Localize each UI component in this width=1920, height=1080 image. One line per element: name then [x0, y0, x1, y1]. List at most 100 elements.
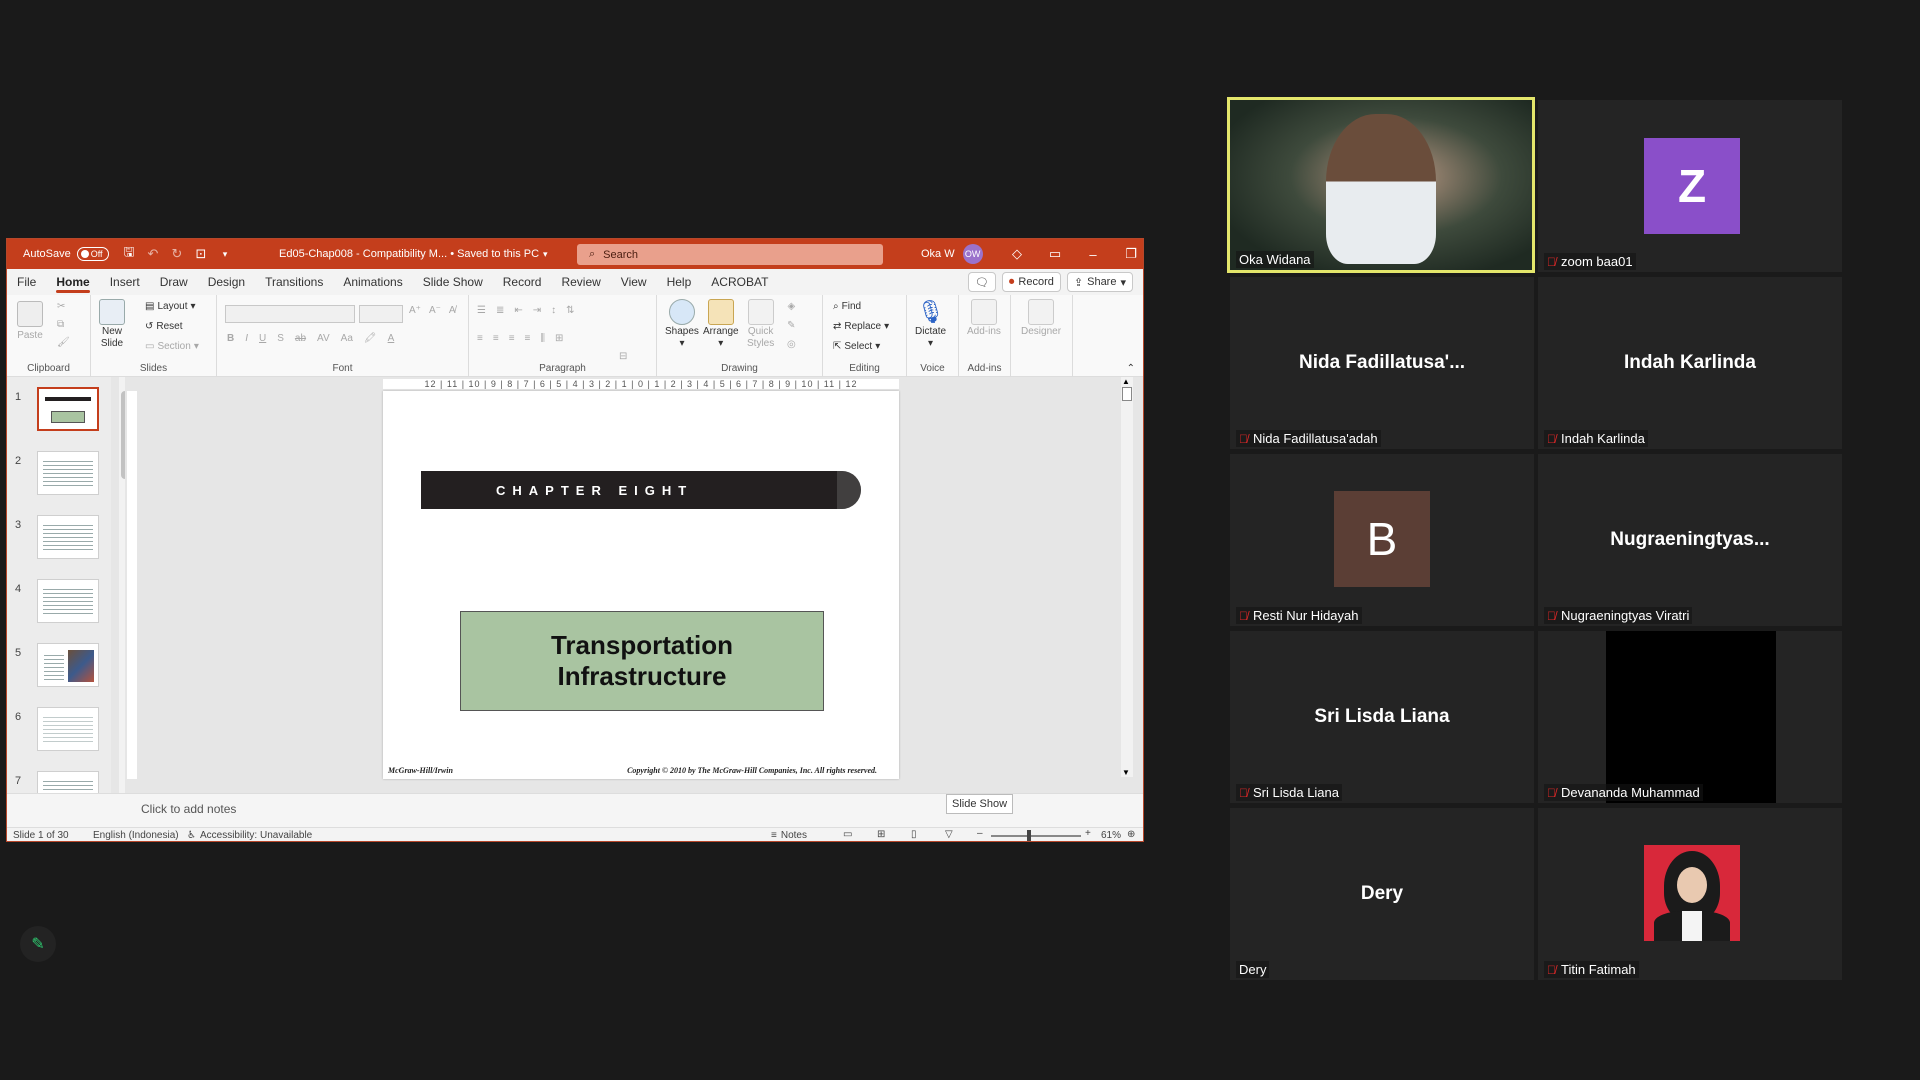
align-text-icon[interactable]: ⊞: [555, 333, 563, 344]
clear-format-icon[interactable]: A̸: [449, 305, 456, 316]
layout-button[interactable]: ▤ Layout ▾: [145, 301, 196, 312]
autosave-toggle[interactable]: Off: [76, 247, 109, 261]
copy-icon[interactable]: ⧉: [57, 319, 64, 330]
current-slide[interactable]: CHAPTER EIGHT Transportation Infrastruct…: [383, 391, 899, 779]
tab-slide-show[interactable]: Slide Show: [413, 269, 493, 295]
tab-view[interactable]: View: [611, 269, 657, 295]
change-case-icon[interactable]: Aa: [341, 333, 353, 344]
shadow-icon[interactable]: S: [277, 333, 284, 344]
char-spacing-icon[interactable]: AV: [317, 333, 330, 344]
tab-record[interactable]: Record: [493, 269, 552, 295]
shape-fill-icon[interactable]: ◈: [788, 301, 796, 312]
notes-button[interactable]: ≡ Notes: [771, 830, 807, 841]
zoom-out-icon[interactable]: –: [977, 828, 983, 839]
addins-button[interactable]: Add-ins: [967, 299, 1001, 337]
shape-effects-icon[interactable]: ◎: [787, 339, 796, 350]
tab-help[interactable]: Help: [657, 269, 702, 295]
zoom-slider[interactable]: [991, 830, 1081, 841]
decrease-indent-icon[interactable]: ⇤: [514, 305, 522, 316]
arrange-button[interactable]: Arrange ▾: [703, 299, 739, 349]
line-spacing-icon[interactable]: ↕: [551, 305, 556, 316]
comments-button[interactable]: 🗨: [967, 272, 996, 292]
diamond-icon[interactable]: ◇: [1007, 244, 1027, 264]
section-button[interactable]: ▭ Section ▾: [145, 341, 199, 352]
slide-thumbnail-5[interactable]: [37, 643, 99, 687]
participant-tile[interactable]: Dery Dery: [1230, 808, 1534, 980]
align-left-icon[interactable]: ≡: [477, 333, 483, 344]
ribbon-display-icon[interactable]: ▭: [1045, 244, 1065, 264]
user-avatar[interactable]: OW: [962, 244, 983, 264]
minimize-icon[interactable]: –: [1083, 244, 1103, 264]
bold-icon[interactable]: B: [227, 333, 234, 344]
justify-icon[interactable]: ≡: [525, 333, 531, 344]
font-color-icon[interactable]: A: [388, 333, 395, 344]
columns-icon[interactable]: ⫼: [540, 333, 545, 344]
format-painter-icon[interactable]: 🖌: [57, 337, 70, 348]
share-button[interactable]: ⇪ Share ▾: [1066, 272, 1133, 292]
slide-scrollbar[interactable]: ▲ ▼: [1121, 377, 1133, 777]
cut-icon[interactable]: ✂: [57, 301, 65, 312]
accessibility-status[interactable]: ♿ Accessibility: Unavailable: [187, 830, 312, 841]
tab-review[interactable]: Review: [551, 269, 610, 295]
annotate-pencil-button[interactable]: ✎: [20, 926, 56, 962]
shapes-button[interactable]: Shapes ▾: [665, 299, 699, 349]
zoom-in-icon[interactable]: +: [1085, 828, 1091, 839]
tab-animations[interactable]: Animations: [333, 269, 412, 295]
tab-home[interactable]: Home: [46, 269, 99, 295]
text-direction-icon[interactable]: ⇅: [566, 305, 574, 316]
new-slide-button[interactable]: New Slide: [99, 299, 125, 349]
autosave-control[interactable]: AutoSave Off: [23, 239, 109, 269]
font-family-select[interactable]: [225, 305, 355, 323]
dictate-button[interactable]: 🎙 Dictate ▾: [915, 299, 946, 349]
paste-button[interactable]: Paste: [17, 301, 43, 341]
tab-insert[interactable]: Insert: [100, 269, 150, 295]
designer-button[interactable]: Designer: [1021, 299, 1061, 337]
numbering-icon[interactable]: ≣: [496, 305, 504, 316]
language-status[interactable]: English (Indonesia): [93, 830, 179, 841]
participant-tile[interactable]: 🎙̸ Titin Fatimah: [1538, 808, 1842, 980]
record-button[interactable]: ⏺ Record: [1001, 272, 1061, 292]
find-button[interactable]: ⌕ Find: [833, 301, 861, 312]
normal-view-icon[interactable]: ▭: [843, 829, 852, 840]
align-center-icon[interactable]: ≡: [493, 333, 499, 344]
tab-file[interactable]: File: [7, 269, 46, 295]
participant-tile[interactable]: Nida Fadillatusa'... 🎙̸ Nida Fadillatusa'…: [1230, 277, 1534, 449]
scroll-up-icon[interactable]: ▲: [1122, 377, 1130, 386]
tab-acrobat[interactable]: ACROBAT: [701, 269, 778, 295]
save-icon[interactable]: 🖫: [119, 244, 139, 264]
slide-thumbnail-6[interactable]: [37, 707, 99, 751]
participant-tile[interactable]: Sri Lisda Liana 🎙̸ Sri Lisda Liana: [1230, 631, 1534, 803]
participant-tile[interactable]: Indah Karlinda 🎙̸ Indah Karlinda: [1538, 277, 1842, 449]
highlight-icon[interactable]: 🖍: [364, 333, 377, 344]
participant-tile[interactable]: 🎙̸ Devananda Muhammad: [1538, 631, 1842, 803]
replace-button[interactable]: ⇄ Replace ▾: [833, 321, 889, 332]
slide-thumbnail-4[interactable]: [37, 579, 99, 623]
shrink-font-icon[interactable]: A⁻: [429, 305, 441, 316]
tab-design[interactable]: Design: [198, 269, 255, 295]
participant-tile[interactable]: Z 🎙̸ zoom baa01: [1538, 100, 1842, 272]
tab-transitions[interactable]: Transitions: [255, 269, 333, 295]
participant-tile[interactable]: Nugraeningtyas... 🎙̸ Nugraeningtyas Virat…: [1538, 454, 1842, 626]
scroll-down-icon[interactable]: ▼: [1122, 768, 1130, 777]
slide-show-icon[interactable]: ▽: [945, 829, 953, 840]
reading-view-icon[interactable]: ▯: [911, 829, 917, 840]
fit-slide-icon[interactable]: ⊕: [1127, 829, 1135, 840]
strikethrough-icon[interactable]: ab: [295, 333, 306, 344]
slide-thumbnail-3[interactable]: [37, 515, 99, 559]
restore-icon[interactable]: ❐: [1121, 244, 1141, 264]
align-right-icon[interactable]: ≡: [509, 333, 515, 344]
tab-draw[interactable]: Draw: [150, 269, 198, 295]
customize-toolbar-icon[interactable]: ▾: [215, 244, 235, 264]
shape-outline-icon[interactable]: ✎: [787, 320, 795, 331]
slide-thumbnail-2[interactable]: [37, 451, 99, 495]
quick-styles-button[interactable]: Quick Styles: [747, 299, 774, 349]
participant-tile-video[interactable]: Oka Widana: [1227, 97, 1535, 273]
slide-title-box[interactable]: Transportation Infrastructure: [460, 611, 824, 711]
smartart-icon[interactable]: ⊟: [619, 351, 627, 362]
zoom-level[interactable]: 61%: [1101, 830, 1121, 841]
search-input[interactable]: ⌕ Search: [577, 244, 883, 265]
font-size-select[interactable]: [359, 305, 403, 323]
italic-icon[interactable]: I: [245, 333, 248, 344]
reset-button[interactable]: ↺ Reset: [145, 321, 183, 332]
slide-sorter-icon[interactable]: ⊞: [877, 829, 885, 840]
